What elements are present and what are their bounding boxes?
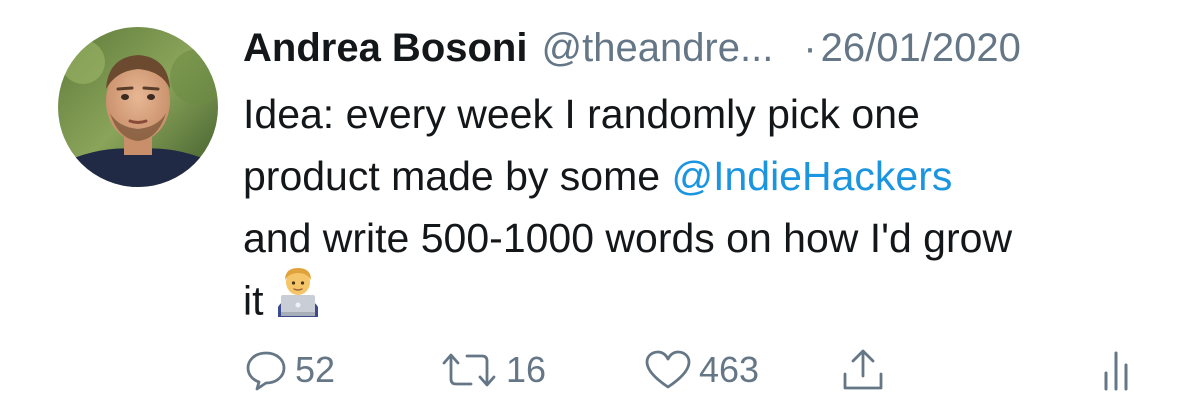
mention-link[interactable]: @IndieHackers [671, 153, 952, 199]
tweet-text-line-4: it [243, 268, 1183, 338]
retweet-count: 16 [506, 349, 547, 390]
tweet-text-line-2-prefix: product made by some [243, 153, 672, 199]
tweet-text: Idea: every week I randomly pick one pro… [243, 83, 1183, 338]
tweet-date[interactable]: 26/01/2020 [821, 26, 1021, 71]
tweet-text-line-3: and write 500-1000 words on how I'd grow [243, 215, 1013, 261]
avatar[interactable] [58, 27, 218, 187]
share-button[interactable] [840, 340, 886, 400]
reply-icon [246, 351, 286, 391]
author-name[interactable]: Andrea Bosoni [243, 26, 527, 71]
man-technologist-icon [272, 265, 324, 334]
reply-count: 52 [295, 349, 336, 390]
separator-dot: · [803, 25, 817, 70]
analytics-icon [1104, 351, 1128, 391]
reply-button[interactable]: 52 [243, 340, 335, 400]
heart-icon [645, 350, 691, 389]
tweet-text-line-1: Idea: every week I randomly pick one [243, 91, 920, 137]
analytics-button[interactable] [1100, 340, 1134, 400]
like-count: 463 [699, 349, 760, 390]
author-handle[interactable]: @theandre... [541, 26, 773, 71]
tweet-text-line-4-text: it [243, 277, 264, 324]
tweet-text-line-2: product made by some @IndieHackers [243, 145, 1183, 207]
tweet-header: Andrea Bosoni @theandre... · 26/01/2020 [243, 22, 1021, 74]
retweet-button[interactable]: 16 [438, 340, 546, 400]
like-button[interactable]: 463 [643, 340, 759, 400]
share-icon [843, 349, 883, 390]
tweet-card[interactable]: Andrea Bosoni @theandre... · 26/01/2020 … [0, 0, 1200, 409]
tweet-actions: 52 16 463 [0, 340, 1200, 400]
retweet-icon [442, 353, 496, 387]
